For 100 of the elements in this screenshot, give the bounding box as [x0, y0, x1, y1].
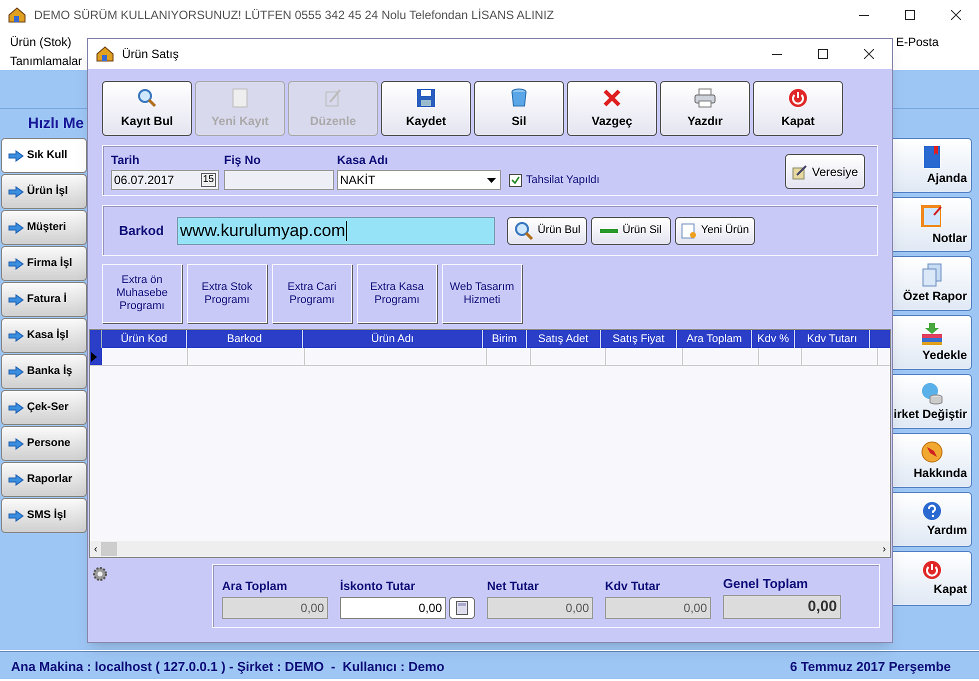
- receipt-number-field[interactable]: [224, 170, 334, 190]
- app-logo-icon: [96, 46, 114, 62]
- compass-icon: [920, 440, 944, 464]
- page-icon: [231, 88, 249, 108]
- extra-button[interactable]: Extra Kasa Programı: [357, 264, 437, 323]
- total-field: 0,00: [605, 597, 711, 619]
- sidebar-item[interactable]: Banka İş: [1, 354, 87, 389]
- total-label: Genel Toplam: [723, 574, 809, 593]
- field-label: Fiş No: [224, 152, 262, 169]
- column-header[interactable]: Barkod: [187, 330, 303, 348]
- trash-bin-icon: [510, 88, 528, 108]
- total-label: İskonto Tutar: [340, 578, 416, 595]
- sidebar-item[interactable]: Fatura İ: [1, 282, 87, 317]
- total-label: Kdv Tutar: [605, 578, 662, 595]
- total-field: 0,00: [723, 595, 841, 619]
- minus-icon: [600, 228, 618, 234]
- status-date: 6 Temmuz 2017 Perşembe: [790, 658, 951, 676]
- toolbar-button[interactable]: Sil: [474, 81, 564, 136]
- app-logo-icon: [8, 7, 26, 23]
- boxes-icon: [920, 322, 944, 346]
- arrow-icon: [8, 438, 24, 450]
- magnifier-icon: [137, 88, 157, 108]
- column-header[interactable]: Ürün Adı: [302, 330, 484, 348]
- sidebar-item[interactable]: Persone: [1, 426, 87, 461]
- horizontal-scrollbar[interactable]: ‹ ›: [90, 541, 890, 557]
- total-field: 0,00: [222, 597, 328, 619]
- total-field[interactable]: 0,00: [340, 597, 446, 619]
- column-header[interactable]: Kdv Tutarı: [794, 330, 870, 348]
- sidebar-item[interactable]: Kasa İşl: [1, 318, 87, 353]
- new-page-icon: [681, 222, 698, 238]
- help-icon: [922, 500, 942, 520]
- product-button[interactable]: Ürün Bul: [507, 216, 587, 244]
- field-label: Kasa Adı: [337, 152, 389, 169]
- power-icon: [922, 560, 942, 580]
- cross-icon: [602, 88, 622, 108]
- close-icon[interactable]: [864, 49, 874, 59]
- sidebar-item[interactable]: Müşteri: [1, 210, 87, 245]
- toolbar-button[interactable]: Vazgeç: [567, 81, 657, 136]
- extra-button[interactable]: Web Tasarım Hizmeti: [442, 264, 522, 323]
- arrow-icon: [8, 510, 24, 522]
- barcode-field[interactable]: www.kurulumyap.com: [177, 216, 495, 244]
- printer-icon: [694, 88, 716, 108]
- toolbar-button[interactable]: Kayıt Bul: [102, 81, 192, 136]
- scroll-thumb[interactable]: [101, 542, 118, 556]
- status-text: Ana Makina : localhost ( 127.0.0.1 ) - Şirket : DEMO - Kullanıcı : Demo: [11, 658, 444, 676]
- power-icon: [788, 88, 808, 108]
- arrow-icon: [8, 258, 24, 270]
- menu-item[interactable]: Ürün (Stok): [10, 33, 72, 51]
- barcode-label: Barkod: [119, 222, 165, 240]
- toolbar-button[interactable]: Kaydet: [381, 81, 471, 136]
- column-header[interactable]: Ürün Kod: [102, 330, 188, 348]
- row-pointer-icon: [90, 350, 98, 362]
- cash-dropdown[interactable]: NAKİT: [337, 170, 501, 190]
- sidebar-item[interactable]: Firma İşl: [1, 246, 87, 281]
- calculator-icon: [456, 601, 468, 615]
- checkbox[interactable]: [509, 174, 522, 186]
- arrow-icon: [8, 186, 24, 198]
- extra-button[interactable]: Extra Cari Programı: [272, 264, 352, 323]
- arrow-icon: [8, 402, 24, 414]
- checkbox-label: Tahsilat Yapıldı: [526, 172, 600, 188]
- sidebar-item[interactable]: Ürün İşl: [1, 174, 87, 209]
- column-header[interactable]: Birim: [483, 330, 527, 348]
- sidebar-item[interactable]: Raporlar: [1, 462, 87, 497]
- extra-button[interactable]: Extra Stok Programı: [187, 264, 267, 323]
- gear-icon[interactable]: [92, 566, 108, 582]
- book-icon: [921, 144, 943, 168]
- sidebar-item[interactable]: SMS İşl: [1, 498, 87, 533]
- menu-item[interactable]: E-Posta: [896, 33, 939, 51]
- sidebar-item[interactable]: Sık Kull: [1, 138, 87, 173]
- close-icon[interactable]: [951, 10, 961, 20]
- date-field[interactable]: 06.07.2017 15: [111, 170, 219, 190]
- sidebar-title: Hızlı Me: [28, 114, 84, 134]
- field-label: Tarih: [111, 152, 140, 169]
- credit-button[interactable]: Veresiye: [785, 154, 865, 189]
- column-header[interactable]: Satış Adet: [526, 330, 601, 348]
- total-label: Net Tutar: [487, 578, 540, 595]
- menu-item[interactable]: Tanımlamalar: [10, 52, 82, 70]
- arrow-icon: [8, 474, 24, 486]
- arrow-icon: [8, 150, 24, 162]
- calculator-button[interactable]: [449, 597, 475, 619]
- arrow-icon: [8, 294, 24, 306]
- sidebar-item[interactable]: Çek-Ser: [1, 390, 87, 425]
- scroll-left-arrow[interactable]: ‹: [90, 542, 102, 556]
- arrow-icon: [8, 222, 24, 234]
- pencil-icon: [792, 164, 808, 180]
- product-button[interactable]: Ürün Sil: [591, 216, 671, 244]
- calendar-button[interactable]: 15: [200, 173, 216, 187]
- arrow-icon: [8, 330, 24, 342]
- toolbar-button[interactable]: Kapat: [753, 81, 843, 136]
- dropdown-arrow-icon: [487, 178, 496, 182]
- total-field: 0,00: [487, 597, 593, 619]
- column-header[interactable]: Ara Toplam: [677, 330, 752, 348]
- dialog-title: Ürün Satış: [122, 46, 179, 63]
- column-header[interactable]: Kdv %: [752, 330, 795, 348]
- extra-button[interactable]: Extra ön Muhasebe Programı: [102, 264, 182, 323]
- globe-database-icon: [920, 380, 944, 404]
- product-button[interactable]: Yeni Ürün: [675, 216, 755, 244]
- toolbar-button[interactable]: Yazdır: [660, 81, 750, 136]
- column-header[interactable]: Satış Fiyat: [600, 330, 678, 348]
- pencil-icon: [324, 88, 342, 108]
